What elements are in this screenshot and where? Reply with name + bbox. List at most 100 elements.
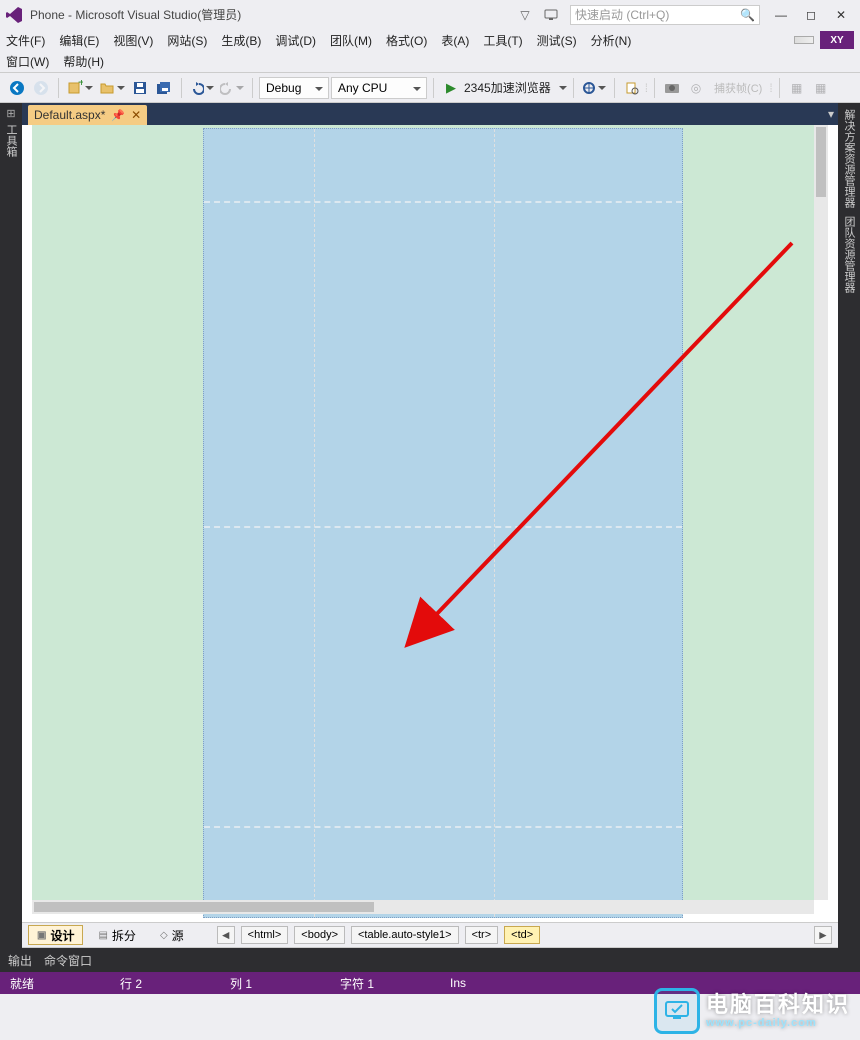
status-col: 列 1 xyxy=(230,975,290,992)
extra-overflow-2[interactable]: ▦ xyxy=(810,77,832,99)
nav-forward-button[interactable] xyxy=(30,77,52,99)
menu-table[interactable]: 表(A) xyxy=(441,32,469,49)
tab-overflow-icon[interactable]: ▾ xyxy=(828,107,834,121)
save-button[interactable] xyxy=(129,77,151,99)
platform-dropdown[interactable]: Any CPU xyxy=(331,77,427,99)
menu-team[interactable]: 团队(M) xyxy=(330,32,372,49)
solution-explorer-tab[interactable]: 解决方案资源管理器 xyxy=(841,107,857,210)
menu-test[interactable]: 测试(S) xyxy=(537,32,577,49)
editor-area: Default.aspx* 📌 ✕ ▾ ▣设计 ▤拆分 ◇源 xyxy=(22,103,838,948)
view-split-tab[interactable]: ▤拆分 xyxy=(89,925,144,945)
crumb-body[interactable]: <body> xyxy=(294,926,345,944)
left-tool-rail[interactable]: ⊞ 工具箱 xyxy=(0,103,22,948)
save-all-button[interactable] xyxy=(153,77,175,99)
browser-link-button[interactable] xyxy=(580,77,608,99)
bottom-panel-tabs: 输出 命令窗口 xyxy=(0,948,860,972)
command-panel-tab[interactable]: 命令窗口 xyxy=(44,952,92,969)
tab-close-icon[interactable]: ✕ xyxy=(131,108,141,122)
platform-value: Any CPU xyxy=(338,81,387,95)
status-char: 字符 1 xyxy=(340,975,400,992)
nav-back-button[interactable] xyxy=(6,77,28,99)
quick-launch-input[interactable]: 快速启动 (Ctrl+Q) 🔍 xyxy=(570,5,760,25)
svg-text:+: + xyxy=(78,80,83,89)
configuration-value: Debug xyxy=(266,81,301,95)
menu-tools[interactable]: 工具(T) xyxy=(483,32,522,49)
notifications-icon[interactable]: ▽ xyxy=(512,5,538,25)
design-tab-icon: ▣ xyxy=(37,930,46,941)
horizontal-scrollbar[interactable] xyxy=(32,900,814,914)
main-area: ⊞ 工具箱 Default.aspx* 📌 ✕ ▾ xyxy=(0,103,860,948)
open-file-button[interactable] xyxy=(97,77,127,99)
status-ins: Ins xyxy=(450,976,510,990)
menu-edit[interactable]: 编辑(E) xyxy=(59,32,99,49)
minimize-button[interactable]: — xyxy=(766,8,796,22)
document-tabs: Default.aspx* 📌 ✕ ▾ xyxy=(22,103,838,125)
hscroll-thumb[interactable] xyxy=(34,902,374,912)
source-tab-icon: ◇ xyxy=(160,930,168,941)
menu-website[interactable]: 网站(S) xyxy=(167,32,207,49)
search-icon: 🔍 xyxy=(740,8,755,22)
close-button[interactable]: ✕ xyxy=(826,8,856,22)
right-tool-rail: 解决方案资源管理器 团队资源管理器 xyxy=(838,103,860,948)
quick-launch-placeholder: 快速启动 (Ctrl+Q) xyxy=(575,6,669,23)
menu-build[interactable]: 生成(B) xyxy=(221,32,261,49)
capture-frame-label[interactable]: 捕获帧(C) xyxy=(709,78,767,98)
menu-format[interactable]: 格式(O) xyxy=(386,32,427,49)
crumb-tr[interactable]: <tr> xyxy=(465,926,499,944)
status-line: 行 2 xyxy=(120,975,180,992)
pin-icon[interactable]: 📌 xyxy=(111,109,125,122)
extra-overflow-1[interactable]: ▦ xyxy=(786,77,808,99)
tab-default-aspx[interactable]: Default.aspx* 📌 ✕ xyxy=(28,105,147,125)
diagnostic-camera-icon[interactable] xyxy=(661,77,683,99)
menu-window[interactable]: 窗口(W) xyxy=(6,53,49,70)
view-source-tab[interactable]: ◇源 xyxy=(151,925,193,945)
title-bar: Phone - Microsoft Visual Studio(管理员) ▽ 快… xyxy=(0,0,860,29)
menu-bar-2: 窗口(W) 帮助(H) xyxy=(0,51,860,73)
menu-help[interactable]: 帮助(H) xyxy=(63,53,104,70)
output-panel-tab[interactable]: 输出 xyxy=(8,952,32,969)
toolbox-icon: ⊞ xyxy=(6,107,15,120)
toolbox-label: 工具箱 xyxy=(3,124,19,157)
vscroll-thumb[interactable] xyxy=(816,127,826,197)
view-design-tab[interactable]: ▣设计 xyxy=(28,925,83,945)
breadcrumb-prev-button[interactable]: ◄ xyxy=(217,926,235,944)
status-ready: 就绪 xyxy=(10,975,70,992)
team-explorer-tab[interactable]: 团队资源管理器 xyxy=(841,214,857,295)
menu-file[interactable]: 文件(F) xyxy=(6,32,45,49)
watermark: 电脑百科知识 www.pc-daily.com xyxy=(654,988,850,1034)
menu-bar: 文件(F) 编辑(E) 视图(V) 网站(S) 生成(B) 调试(D) 团队(M… xyxy=(0,29,860,51)
configuration-dropdown[interactable]: Debug xyxy=(259,77,329,99)
feedback-icon[interactable] xyxy=(538,5,564,25)
breadcrumb-next-button[interactable]: ► xyxy=(814,926,832,944)
watermark-cn: 电脑百科知识 xyxy=(706,993,850,1017)
run-target-label[interactable]: 2345加速浏览器 xyxy=(464,79,555,96)
menu-analyze[interactable]: 分析(N) xyxy=(591,32,632,49)
status-bar: 就绪 行 2 列 1 字符 1 Ins xyxy=(0,972,860,994)
user-avatar[interactable]: XY xyxy=(820,31,854,49)
diagnostic-target-icon: ◎ xyxy=(685,77,707,99)
view-switch-bar: ▣设计 ▤拆分 ◇源 ◄ <html> <body> <table.auto-s… xyxy=(22,922,838,948)
ruler-icon[interactable] xyxy=(794,36,814,44)
window-title: Phone - Microsoft Visual Studio(管理员) xyxy=(30,6,241,23)
crumb-table[interactable]: <table.auto-style1> xyxy=(351,926,459,944)
find-in-files-button[interactable] xyxy=(621,77,643,99)
main-toolbar: + Debug Any CPU ▶ 2345加速浏览器 ⁞ ◎ 捕获帧(C) ⁞… xyxy=(0,73,860,103)
redo-button[interactable] xyxy=(218,77,246,99)
new-project-button[interactable]: + xyxy=(65,77,95,99)
run-target-caret-icon[interactable] xyxy=(559,86,567,94)
undo-button[interactable] xyxy=(188,77,216,99)
watermark-logo-icon xyxy=(654,988,700,1034)
menu-debug[interactable]: 调试(D) xyxy=(275,32,316,49)
maximize-button[interactable]: ◻ xyxy=(796,8,826,22)
selected-table[interactable] xyxy=(203,128,683,918)
watermark-en: www.pc-daily.com xyxy=(706,1017,850,1029)
tab-label: Default.aspx* xyxy=(34,108,105,122)
design-surface[interactable] xyxy=(22,125,838,922)
crumb-html[interactable]: <html> xyxy=(241,926,289,944)
split-tab-icon: ▤ xyxy=(98,930,107,941)
vs-logo-icon xyxy=(4,5,24,25)
vertical-scrollbar[interactable] xyxy=(814,125,828,900)
menu-view[interactable]: 视图(V) xyxy=(113,32,153,49)
start-debug-button[interactable]: ▶ xyxy=(440,77,462,99)
crumb-td[interactable]: <td> xyxy=(504,926,540,944)
